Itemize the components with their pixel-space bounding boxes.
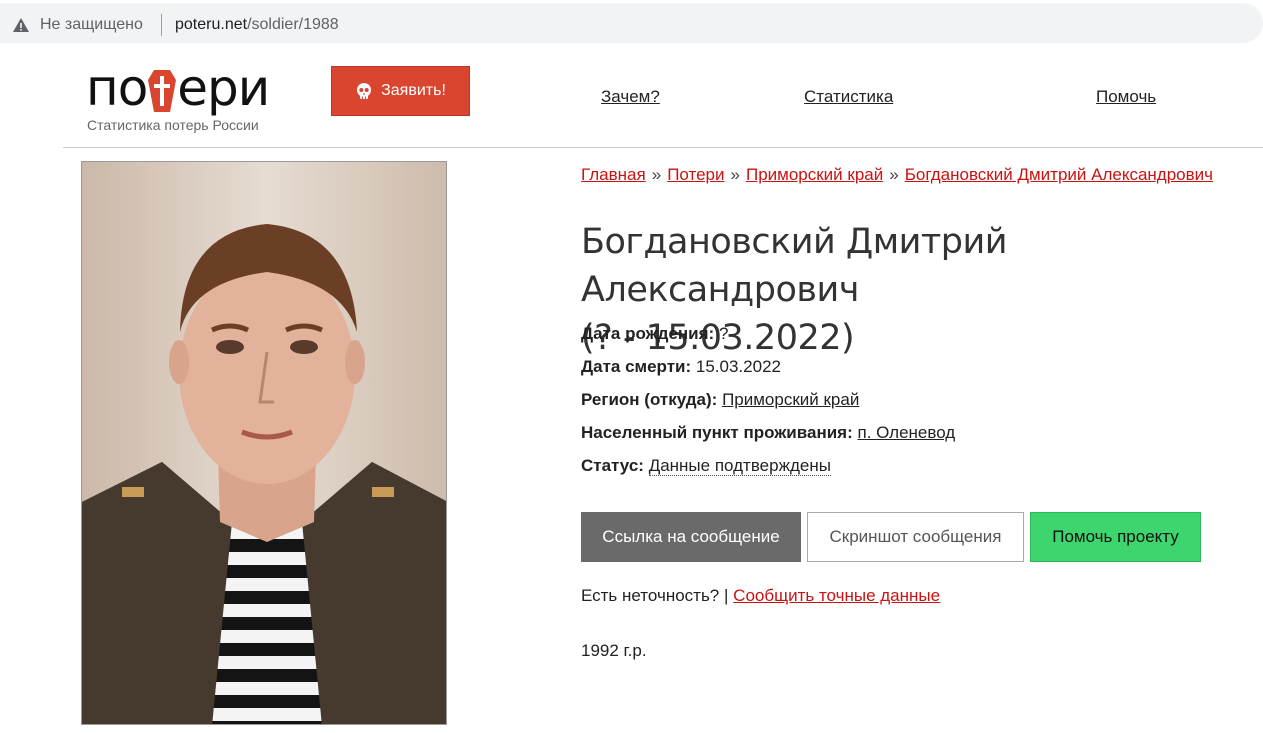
logo-prefix: по [86, 59, 148, 117]
region-link[interactable]: Приморский край [722, 390, 859, 409]
person-name: Богдановский Дмитрий Александрович [581, 222, 1007, 310]
breadcrumb-home[interactable]: Главная [581, 165, 646, 184]
breadcrumb-person[interactable]: Богдановский Дмитрий Александрович [905, 165, 1213, 184]
logo-wordmark: по ери [86, 59, 270, 117]
birth-year-note: 1992 г.р. [581, 641, 647, 660]
url-divider [161, 14, 162, 36]
message-screenshot-button[interactable]: Скриншот сообщения [807, 512, 1024, 562]
settlement-link[interactable]: п. Оленевод [857, 423, 955, 442]
breadcrumb-region[interactable]: Приморский край [746, 165, 883, 184]
info-value: ? [718, 324, 729, 343]
status-value[interactable]: Данные подтверждены [648, 456, 831, 476]
info-row-region: Регион (откуда): Приморский край [581, 390, 859, 410]
report-button-label: Заявить! [381, 82, 446, 99]
info-label: Регион (откуда): [581, 390, 718, 409]
breadcrumb-separator: » [889, 165, 899, 184]
support-project-button[interactable]: Помочь проекту [1030, 512, 1201, 562]
report-correction-link[interactable]: Сообщить точные данные [733, 586, 940, 605]
correction-separator: | [724, 586, 729, 605]
soldier-photo [81, 161, 447, 725]
site-logo[interactable]: по ери Статистика потерь России [86, 59, 270, 133]
header-divider [63, 147, 1263, 148]
warning-icon[interactable] [12, 16, 30, 34]
url-host: poteru.net [175, 16, 248, 33]
logo-suffix: ери [177, 59, 270, 117]
breadcrumb: Главная » Потери » Приморский край » Богдановс… [581, 165, 1213, 185]
skull-icon [357, 83, 372, 99]
info-label: Дата рождения: [581, 324, 715, 343]
logo-subtitle: Статистика потерь России [87, 117, 259, 133]
info-label: Дата смерти: [581, 357, 692, 376]
soldier-portrait-image [82, 162, 446, 724]
info-value: 15.03.2022 [695, 357, 781, 376]
nav-link-why[interactable]: Зачем? [601, 87, 660, 107]
info-row-death: Дата смерти: 15.03.2022 [581, 357, 781, 377]
info-row-settlement: Населенный пункт проживания: п. Оленевод [581, 423, 955, 443]
breadcrumb-separator: » [730, 165, 740, 184]
nav-link-help[interactable]: Помочь [1096, 87, 1156, 107]
nav-link-statistics[interactable]: Статистика [804, 87, 893, 107]
breadcrumb-losses[interactable]: Потери [667, 165, 724, 184]
coffin-cross-icon [148, 70, 177, 112]
url-path: /soldier/1988 [247, 16, 339, 33]
address-bar: Не защищено poteru.net/soldier/1988 [0, 0, 1263, 44]
address-field[interactable]: Не защищено poteru.net/soldier/1988 [0, 3, 1263, 43]
correction-question: Есть неточность? [581, 586, 720, 605]
message-link-button[interactable]: Ссылка на сообщение [581, 512, 801, 562]
report-button[interactable]: Заявить! [331, 66, 470, 116]
correction-line: Есть неточность? | Сообщить точные данны… [581, 586, 940, 606]
security-label[interactable]: Не защищено [40, 16, 143, 34]
info-label: Статус: [581, 456, 644, 475]
info-row-birth: Дата рождения: ? [581, 324, 728, 344]
breadcrumb-separator: » [651, 165, 662, 184]
url-text[interactable]: poteru.net/soldier/1988 [175, 16, 339, 34]
info-row-status: Статус: Данные подтверждены [581, 456, 831, 476]
info-label: Населенный пункт проживания: [581, 423, 853, 442]
